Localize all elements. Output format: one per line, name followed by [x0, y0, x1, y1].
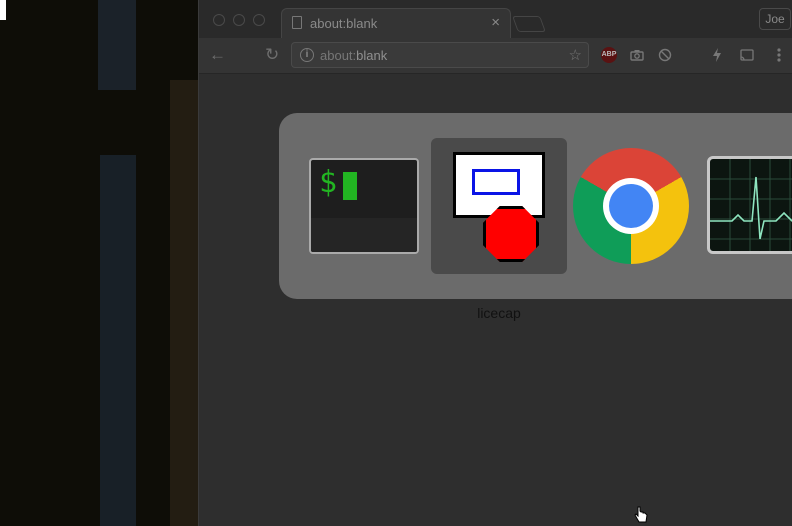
tab-about-blank[interactable]: about:blank × [281, 8, 511, 38]
minimize-window-button[interactable] [233, 14, 245, 26]
tab-strip: about:blank × Joe [199, 0, 792, 38]
bookmark-star-icon[interactable]: ☆ [569, 46, 582, 64]
menu-icon[interactable] [771, 47, 787, 63]
cast-icon[interactable] [739, 47, 755, 63]
document-icon [292, 16, 302, 29]
adblock-extension-icon[interactable]: ABP [601, 47, 617, 63]
address-bar-url: about:blank [320, 48, 388, 63]
activity-monitor-icon [707, 156, 792, 254]
desktop-wallpaper-shape [100, 155, 136, 526]
close-tab-icon[interactable]: × [491, 14, 500, 31]
app-switcher-item-chrome[interactable] [569, 138, 705, 274]
reload-icon[interactable]: ↻ [265, 46, 279, 64]
terminal-icon: $ [309, 158, 419, 254]
camera-extension-icon[interactable] [629, 47, 645, 63]
back-icon[interactable]: ← [209, 46, 226, 64]
zoom-window-button[interactable] [253, 14, 265, 26]
close-window-button[interactable] [213, 14, 225, 26]
desktop-wallpaper-shape [170, 80, 200, 526]
bolt-extension-icon[interactable] [709, 47, 725, 63]
hand-cursor-icon [634, 506, 648, 526]
info-icon[interactable]: i [300, 48, 314, 62]
browser-toolbar: ← ↻ i about:blank ☆ ABP [199, 38, 792, 74]
timer-extension-icon[interactable] [657, 47, 673, 63]
app-switcher-item-terminal[interactable]: $ [301, 138, 437, 274]
desktop-wallpaper-shape [98, 0, 136, 90]
address-bar[interactable]: i about:blank ☆ [291, 42, 589, 68]
desktop-wallpaper-shape [0, 0, 6, 20]
app-switcher-item-licecap[interactable]: licecap [431, 138, 567, 321]
chrome-icon [573, 148, 689, 264]
desktop-background [0, 0, 200, 526]
tab-title: about:blank [310, 16, 378, 31]
profile-button[interactable]: Joe [759, 8, 791, 30]
new-tab-button[interactable] [512, 16, 546, 32]
app-switcher-item-activity-monitor[interactable] [707, 138, 792, 274]
app-switcher: $ licecap [279, 113, 792, 321]
app-switcher-label: licecap [477, 305, 521, 321]
